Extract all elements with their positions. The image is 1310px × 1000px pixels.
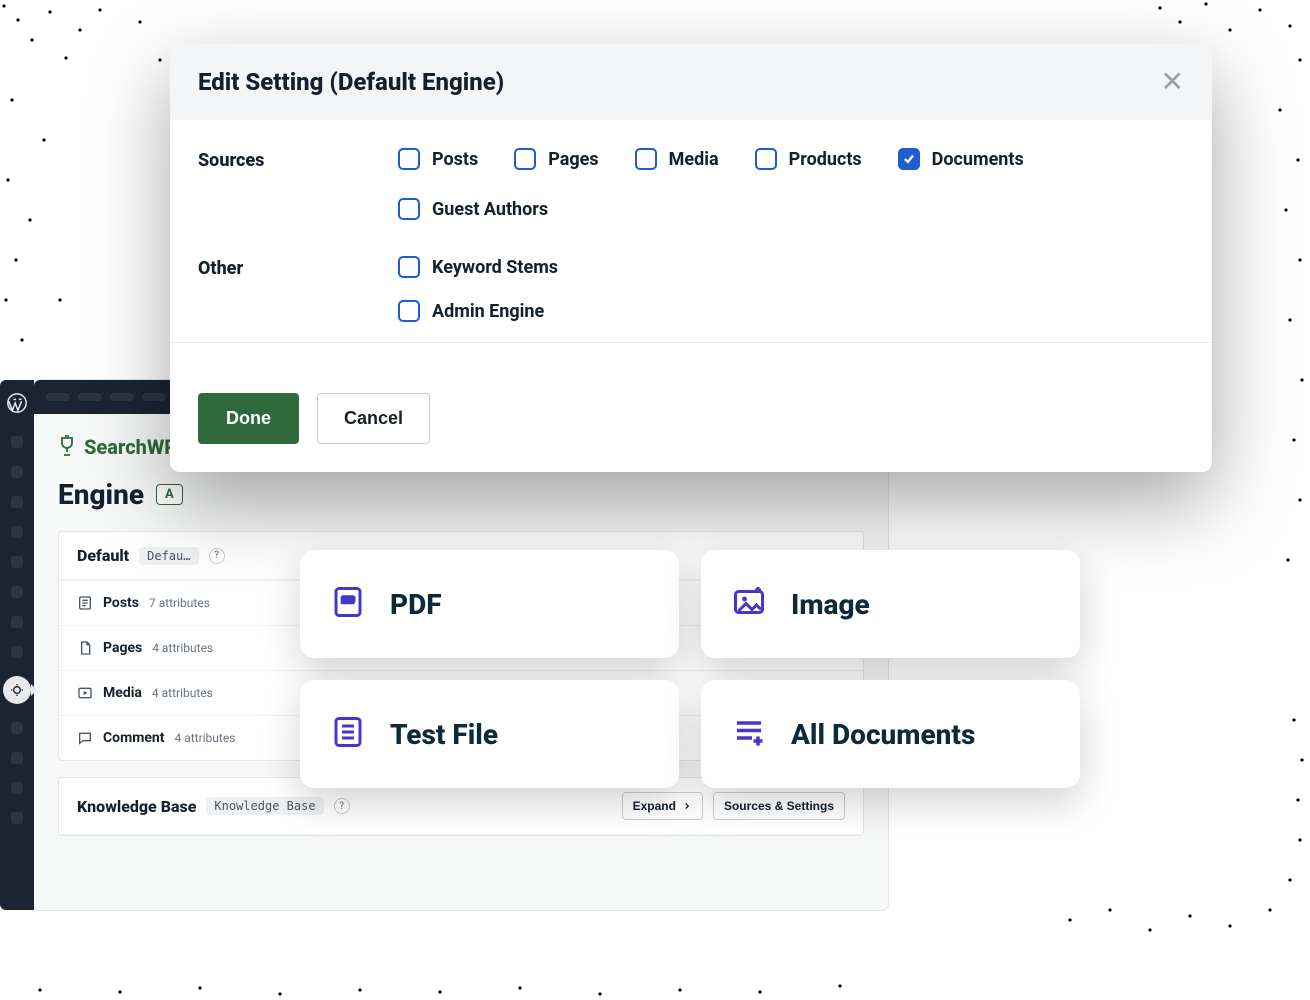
- post-icon: [77, 595, 93, 611]
- rail-item[interactable]: [11, 646, 23, 658]
- tile-all-documents[interactable]: All Documents: [701, 680, 1080, 788]
- add-engine-button[interactable]: A: [156, 484, 183, 505]
- panel-subtitle-badge: Knowledge Base: [206, 797, 323, 815]
- titlebar-segment: [78, 393, 102, 401]
- wordpress-logo-icon: [6, 392, 28, 418]
- expand-label: Expand: [633, 799, 676, 813]
- edit-setting-modal: Edit Setting (Default Engine) ✕ Sources …: [170, 44, 1212, 472]
- checkbox-posts[interactable]: Posts: [398, 148, 478, 170]
- rail-item[interactable]: [11, 722, 23, 734]
- sources-options: Posts Pages Media Products Documents Gue…: [398, 148, 1184, 220]
- rail-item[interactable]: [11, 616, 23, 628]
- tile-label: Test File: [390, 718, 498, 751]
- tile-test-file[interactable]: Test File: [300, 680, 679, 788]
- checkbox-documents[interactable]: Documents: [898, 148, 1024, 170]
- decorative-noise: [0, 0, 190, 390]
- panel-title: Knowledge Base: [77, 797, 196, 816]
- page-icon: [77, 640, 93, 656]
- source-name: Pages: [103, 640, 142, 656]
- rail-item[interactable]: [11, 812, 23, 824]
- rail-item[interactable]: [11, 466, 23, 478]
- checkbox-admin-engine[interactable]: Admin Engine: [398, 300, 1184, 322]
- checkbox-pages[interactable]: Pages: [514, 148, 598, 170]
- rail-item[interactable]: [11, 436, 23, 448]
- checkbox-label: Pages: [548, 149, 598, 170]
- checkbox-products[interactable]: Products: [755, 148, 862, 170]
- all-documents-icon: [731, 714, 767, 754]
- searchwp-logo-icon: [58, 434, 76, 460]
- checkbox-label: Guest Authors: [432, 199, 548, 220]
- checkbox-label: Products: [789, 149, 862, 170]
- checkbox-label: Posts: [432, 149, 478, 170]
- svg-text:PDF: PDF: [342, 597, 355, 604]
- titlebar-segment: [142, 393, 166, 401]
- tile-pdf[interactable]: PDF PDF: [300, 550, 679, 658]
- sources-settings-button[interactable]: Sources & Settings: [713, 792, 845, 820]
- divider: [170, 342, 1212, 343]
- checkbox-label: Keyword Stems: [432, 257, 558, 278]
- done-button[interactable]: Done: [198, 393, 299, 444]
- section-label-sources: Sources: [198, 148, 398, 220]
- rail-item[interactable]: [11, 586, 23, 598]
- titlebar-segment: [110, 393, 134, 401]
- checkbox-label: Media: [669, 149, 719, 170]
- checkbox-guest-authors[interactable]: Guest Authors: [398, 198, 1184, 220]
- decorative-noise: [1050, 680, 1310, 940]
- image-icon: [731, 584, 767, 624]
- panel-subtitle-badge: Defau…: [139, 547, 198, 565]
- source-meta: 4 attributes: [152, 686, 213, 700]
- tile-label: PDF: [390, 588, 442, 621]
- source-name: Posts: [103, 595, 139, 611]
- checkbox-keyword-stems[interactable]: Keyword Stems: [398, 256, 1184, 278]
- close-icon[interactable]: ✕: [1161, 68, 1184, 96]
- section-label-other: Other: [198, 256, 398, 322]
- media-icon: [77, 685, 93, 701]
- document-type-tiles: PDF PDF Image Test File All Documents: [300, 550, 1080, 788]
- modal-title: Edit Setting (Default Engine): [198, 68, 504, 96]
- tile-label: Image: [791, 588, 870, 621]
- rail-item[interactable]: [11, 556, 23, 568]
- source-meta: 7 attributes: [149, 596, 210, 610]
- wp-admin-rail: [0, 380, 34, 910]
- source-name: Comment: [103, 730, 164, 746]
- app-brand-text: SearchWP: [84, 435, 177, 459]
- tile-image[interactable]: Image: [701, 550, 1080, 658]
- checkbox-label: Admin Engine: [432, 301, 544, 322]
- help-icon[interactable]: ?: [209, 548, 225, 564]
- rail-item-active[interactable]: [3, 676, 31, 704]
- rail-item[interactable]: [11, 752, 23, 764]
- source-name: Media: [103, 685, 142, 701]
- tile-label: All Documents: [791, 718, 975, 751]
- source-meta: 4 attributes: [174, 731, 235, 745]
- chevron-right-icon: [682, 801, 692, 811]
- text-file-icon: [330, 714, 366, 754]
- checkbox-label: Documents: [932, 149, 1024, 170]
- cancel-button[interactable]: Cancel: [317, 393, 430, 444]
- rail-item[interactable]: [11, 526, 23, 538]
- comment-icon: [77, 730, 93, 746]
- panel-title: Default: [77, 546, 129, 565]
- source-meta: 4 attributes: [152, 641, 213, 655]
- page-title: Engine: [58, 478, 144, 511]
- pdf-icon: PDF: [330, 584, 366, 624]
- titlebar-segment: [46, 393, 70, 401]
- other-options: Keyword Stems Admin Engine: [398, 256, 1184, 322]
- checkbox-media[interactable]: Media: [635, 148, 719, 170]
- help-icon[interactable]: ?: [334, 798, 350, 814]
- rail-item[interactable]: [11, 782, 23, 794]
- rail-item[interactable]: [11, 496, 23, 508]
- expand-button[interactable]: Expand: [622, 792, 703, 820]
